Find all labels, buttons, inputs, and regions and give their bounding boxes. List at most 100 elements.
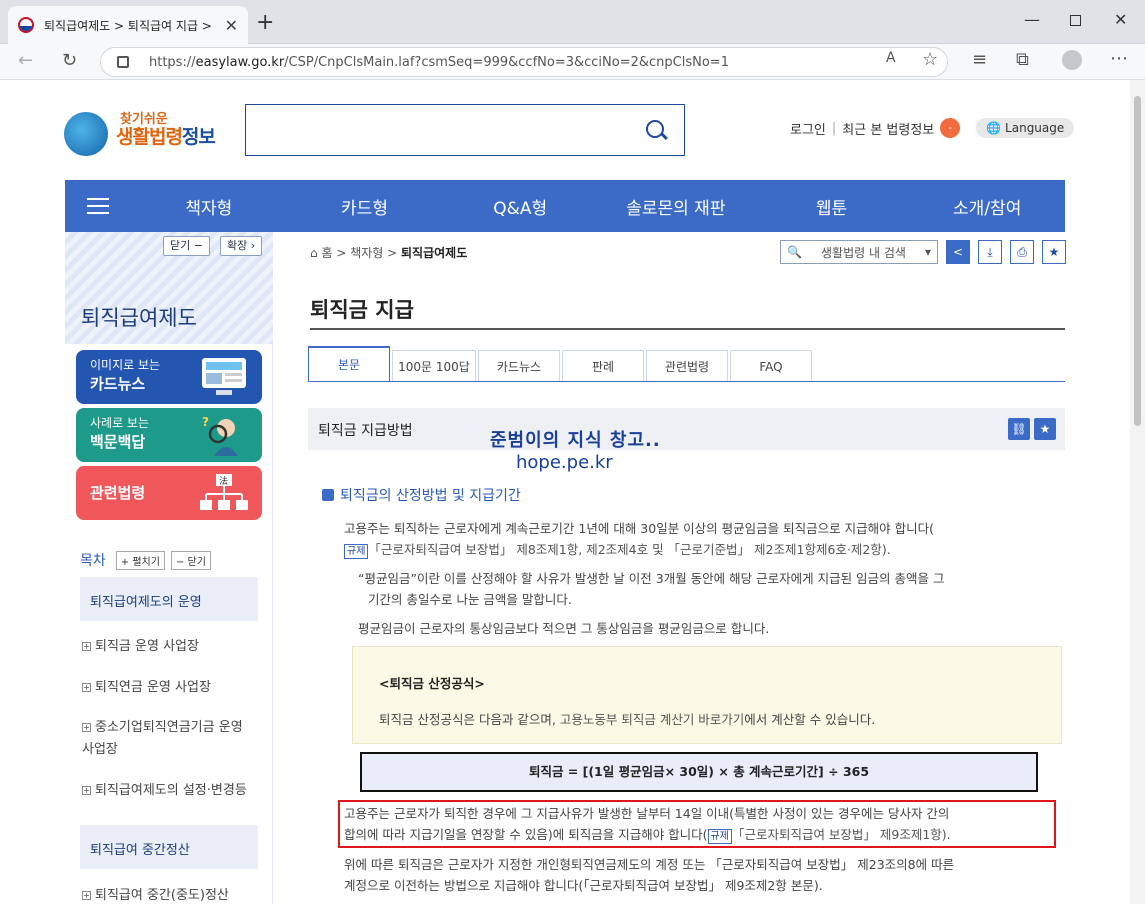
share-icon[interactable]: < xyxy=(946,240,970,264)
tab-faq[interactable]: FAQ xyxy=(730,350,812,382)
law-link[interactable]: 「근로자퇴직급여 보장법」 제8조제1항, 제2조제4호 및 「근로기준법」 제… xyxy=(368,542,890,557)
watermark-text: 준범이의 지식 창고.. xyxy=(490,430,661,451)
quick-qa[interactable]: 사례로 보는 백문백답 ? xyxy=(76,408,262,462)
site-favicon-icon xyxy=(18,17,34,33)
formula-box: 퇴직금 = [(1일 평균임금× 30일) × 총 계속근로기간] ÷ 365 xyxy=(360,752,1038,792)
web-page: 찾기쉬운 생활법령정보 로그인 | 최근 본 법령정보 - 🌐 Language… xyxy=(0,80,1130,904)
formula-note-box: <퇴직금 산정공식> 퇴직금 산정공식은 다음과 같으며, 고용노동부 퇴직금 … xyxy=(352,646,1062,744)
toc-item[interactable]: + 중소기업퇴직연금기금 운영사업장 xyxy=(82,717,260,761)
plus-box-icon: + xyxy=(82,786,91,795)
close-tab-icon[interactable]: ✕ xyxy=(225,16,238,35)
browser-tab-bar: 퇴직급여제도 > 퇴직급여 지급 > ✕ + — ✕ xyxy=(0,0,1145,44)
add-favorite-icon[interactable]: ☆ xyxy=(922,49,938,70)
collections-icon[interactable]: ⧉ xyxy=(1016,49,1029,70)
site-logo[interactable]: 찾기쉬운 생활법령정보 xyxy=(64,104,234,160)
favorites-icon[interactable]: ≡ xyxy=(972,49,987,70)
new-tab-icon[interactable]: + xyxy=(256,10,274,35)
quick-card-news[interactable]: 이미지로 보는 카드뉴스 xyxy=(76,350,262,404)
url-field[interactable]: https://easylaw.go.kr/CSP/CnpClsMain.laf… xyxy=(100,47,948,77)
svg-text:?: ? xyxy=(202,415,209,429)
tab-cardnews[interactable]: 카드뉴스 xyxy=(478,350,560,382)
note-body: 퇴직금 산정공식은 다음과 같으며, 고용노동부 퇴직금 계산기 바로가기에서 … xyxy=(379,712,876,727)
logo-mark-icon xyxy=(64,112,108,156)
tab-laws[interactable]: 관련법령 xyxy=(646,350,728,382)
toc-item[interactable]: + 퇴직급여 중간(중도)정산 xyxy=(82,885,260,904)
print-icon[interactable]: ⎙ xyxy=(1010,240,1034,264)
refresh-icon[interactable]: ↻ xyxy=(62,50,77,71)
content-search-select[interactable]: 🔍 생활법령 내 검색 ▾ xyxy=(780,240,938,264)
back-icon[interactable]: ← xyxy=(18,50,33,71)
paragraph-5: 위에 따른 퇴직금은 근로자가 지정한 개인형퇴직연금제도의 계정 또는 「근로… xyxy=(344,857,955,893)
address-bar-row: ← ↻ https://easylaw.go.kr/CSP/CnpClsMain… xyxy=(0,44,1145,80)
link-icon[interactable]: ⛓ xyxy=(1008,418,1030,440)
more-menu-icon[interactable]: ⋯ xyxy=(1110,48,1128,69)
plus-box-icon: + xyxy=(82,642,91,651)
title-divider xyxy=(310,328,1065,330)
nav-solomon[interactable]: 솔로몬의 재판 xyxy=(598,194,754,219)
toc-item[interactable]: + 퇴직연금 운영 사업장 xyxy=(82,677,260,699)
window-close-icon[interactable]: ✕ xyxy=(1114,10,1127,29)
plus-box-icon: + xyxy=(82,723,91,732)
collapse-button[interactable]: 닫기 − xyxy=(163,236,210,256)
login-link[interactable]: 로그인 xyxy=(790,119,826,138)
toc-item[interactable]: + 퇴직금 운영 사업장 xyxy=(82,636,260,658)
toc-section[interactable]: 퇴직급여 중간정산 xyxy=(80,825,258,869)
read-aloud-icon[interactable]: A xyxy=(886,50,896,66)
section-star-icon[interactable]: ★ xyxy=(1034,418,1056,440)
calculator-link[interactable]: 고용노동부 퇴직금 계산기 바로가기 xyxy=(560,712,744,727)
maximize-icon[interactable] xyxy=(1070,15,1081,26)
sidebar-title: 퇴직급여제도 xyxy=(81,306,197,330)
lock-icon xyxy=(117,56,129,68)
url-prefix: https:// xyxy=(149,54,196,70)
tab-main[interactable]: 본문 xyxy=(308,346,390,382)
main-nav: 책자형 카드형 Q&A형 솔로몬의 재판 웹툰 소개/참여 xyxy=(65,180,1065,232)
breadcrumb-home[interactable]: 홈 xyxy=(321,246,332,260)
recent-count-badge[interactable]: - xyxy=(940,118,961,138)
regulation-tag[interactable]: 규제 xyxy=(344,544,369,559)
nav-card[interactable]: 카드형 xyxy=(287,194,443,219)
toc-section[interactable]: 퇴직급여제도의 운영 xyxy=(80,577,258,621)
toc-header: 목차 + 펼치기 − 닫기 xyxy=(80,550,211,570)
paragraph-3: 평균임금이 근로자의 통상임금보다 적으면 그 통상임금을 평균임금으로 합니다… xyxy=(358,621,770,636)
browser-tab[interactable]: 퇴직급여제도 > 퇴직급여 지급 > ✕ xyxy=(8,6,248,44)
logo-main-text: 생활법령정보 xyxy=(116,126,216,148)
utility-links: 로그인 | 최근 본 법령정보 - 🌐 Language xyxy=(790,118,1075,138)
scrollbar-thumb[interactable] xyxy=(1134,96,1141,426)
tab-cases[interactable]: 판례 xyxy=(562,350,644,382)
nav-webtoon[interactable]: 웹툰 xyxy=(754,194,910,219)
toc-open-button[interactable]: + 펼치기 xyxy=(115,550,165,570)
profile-avatar-icon[interactable] xyxy=(1062,50,1082,70)
law-link[interactable]: 「근로자퇴직급여 보장법」 제9조제1항). xyxy=(732,827,951,842)
quick-laws[interactable]: 관련법령 法 xyxy=(76,466,262,520)
minimize-icon[interactable]: — xyxy=(1024,10,1040,29)
page-scrollbar[interactable] xyxy=(1130,80,1145,904)
tab-title: 퇴직급여제도 > 퇴직급여 지급 > xyxy=(44,18,212,33)
paragraph-1: 고용주는 퇴직하는 근로자에게 계속근로기간 1년에 대해 30일분 이상의 평… xyxy=(344,521,934,559)
recent-law-link[interactable]: 최근 본 법령정보 xyxy=(842,119,934,138)
download-icon[interactable]: ⤓ xyxy=(978,240,1002,264)
breadcrumb-current: 퇴직급여제도 xyxy=(401,246,468,260)
law-tree-icon: 法 xyxy=(200,474,248,510)
bookmark-star-icon[interactable]: ★ xyxy=(1042,240,1066,264)
monitor-news-icon xyxy=(202,358,246,395)
tabs-divider xyxy=(308,381,1065,382)
site-search-input[interactable] xyxy=(245,104,685,156)
watermark-url: hope.pe.kr xyxy=(516,452,613,473)
nav-qa[interactable]: Q&A형 xyxy=(442,194,598,219)
toc-item[interactable]: + 퇴직급여제도의 설정·변경등 xyxy=(82,780,260,802)
content-tools: 🔍 생활법령 내 검색 ▾ < ⤓ ⎙ ★ xyxy=(780,240,1066,264)
url-path: /CSP/CnpClsMain.laf?csmSeq=999&ccfNo=3&c… xyxy=(284,54,729,70)
nav-about[interactable]: 소개/참여 xyxy=(909,194,1065,219)
section-header: 퇴직금 지급방법 ⛓ ★ xyxy=(308,408,1065,450)
regulation-tag[interactable]: 규제 xyxy=(707,829,732,844)
plus-box-icon: + xyxy=(82,891,91,900)
toc-close-button[interactable]: − 닫기 xyxy=(170,550,211,570)
expand-button[interactable]: 확장 › xyxy=(220,236,263,256)
home-icon[interactable]: ⌂ xyxy=(310,246,318,260)
breadcrumb-level1[interactable]: 책자형 xyxy=(350,246,383,260)
language-button[interactable]: 🌐 Language xyxy=(976,118,1075,138)
hamburger-menu-icon[interactable] xyxy=(65,198,131,214)
nav-book[interactable]: 책자형 xyxy=(131,194,287,219)
search-icon[interactable] xyxy=(646,120,664,138)
tab-100qa[interactable]: 100문 100답 xyxy=(392,350,476,382)
